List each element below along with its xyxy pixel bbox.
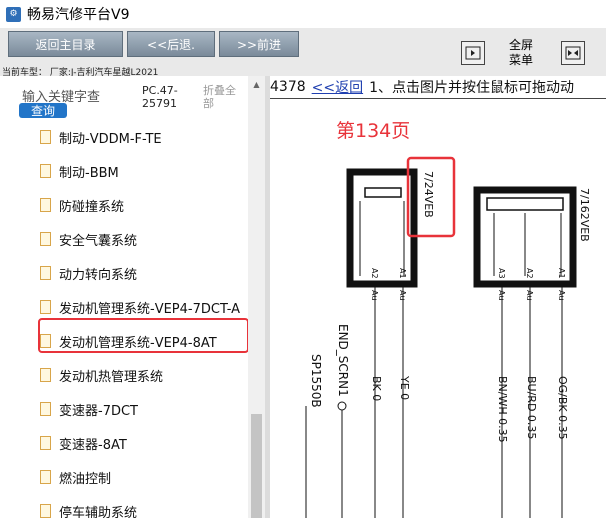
tree-item[interactable]: 防碰撞系统 xyxy=(40,188,240,222)
search-area: 输入关键字查 查询 PC.47-25791 折叠全部 xyxy=(0,76,265,120)
document-icon xyxy=(40,164,51,178)
wire-label: BN/WH 0.35 xyxy=(496,376,509,443)
pc-code-text: PC.47-25791 xyxy=(142,84,178,110)
back-button[interactable]: <<后退. xyxy=(127,31,215,57)
sidebar: 输入关键字查 查询 PC.47-25791 折叠全部 制动-VDDM-F-TE … xyxy=(0,76,265,518)
document-icon xyxy=(40,266,51,280)
pin-label: A2 xyxy=(525,268,534,279)
pin-label: A3 xyxy=(497,268,506,279)
fullscreen-icon[interactable] xyxy=(561,41,585,65)
tree-item-label: 燃油控制 xyxy=(59,471,112,487)
home-button[interactable]: 返回主目录 xyxy=(8,31,123,57)
wire-label: BK 0 xyxy=(370,376,383,401)
document-icon xyxy=(40,504,51,518)
forward-button[interactable]: >>前进 xyxy=(219,31,299,57)
diagram-viewer[interactable]: 4378 <<返回 1、点击图片并按住鼠标可拖动动 第134页 7/24VEB … xyxy=(270,76,606,518)
pin-type-label: Au xyxy=(525,290,534,301)
document-icon xyxy=(40,232,51,246)
tree-item-label: 制动-VDDM-F-TE xyxy=(59,131,162,147)
pin-label: A1 xyxy=(557,268,566,279)
wire-label: OG/BK 0.35 xyxy=(556,376,569,440)
document-icon xyxy=(40,470,51,484)
pin-label: A2 xyxy=(370,268,379,279)
tree-item-label: 发动机管理系统-VEP4-7DCT-A xyxy=(59,301,241,317)
wire-label: SP1550B xyxy=(309,354,323,408)
tree-item-label: 变速器-8AT xyxy=(59,437,127,453)
tree-item[interactable]: 制动-BBM xyxy=(40,154,240,188)
tree-item-label: 动力转向系统 xyxy=(59,267,138,283)
tree-item-label: 变速器-7DCT xyxy=(59,403,138,419)
window-title: 畅易汽修平台V9 xyxy=(27,7,130,23)
connector-left-label: 7/24VEB xyxy=(422,171,435,218)
tree-item[interactable]: 动力转向系统 xyxy=(40,256,240,290)
pin-type-label: Au xyxy=(497,290,506,301)
document-icon xyxy=(40,402,51,416)
wire-label: YE 0 xyxy=(398,375,411,400)
document-icon xyxy=(40,368,51,382)
tree-item-label: 发动机热管理系统 xyxy=(59,369,164,385)
document-icon xyxy=(40,436,51,450)
wire-label: END_SCRN1 xyxy=(336,324,350,397)
pin-type-label: Au xyxy=(370,290,379,301)
fullscreen-line-1: 全屏 xyxy=(508,38,533,52)
tree-item[interactable]: 停车辅助系统 xyxy=(40,494,240,518)
tree-item[interactable]: 变速器-7DCT xyxy=(40,392,240,426)
pin-type-label: Au xyxy=(557,290,566,301)
scroll-up-icon[interactable]: ▲ xyxy=(248,76,265,93)
scroll-thumb[interactable] xyxy=(251,414,262,518)
document-icon xyxy=(40,198,51,212)
tree-item[interactable]: 燃油控制 xyxy=(40,460,240,494)
tree-item-label: 停车辅助系统 xyxy=(59,505,138,518)
tree-item[interactable]: 变速器-8AT xyxy=(40,426,240,460)
query-button[interactable]: 查询 xyxy=(19,103,67,118)
tree-item[interactable]: 发动机热管理系统 xyxy=(40,358,240,392)
tree-item[interactable]: 制动-VDDM-F-TE xyxy=(40,120,240,154)
sidebar-scrollbar[interactable]: ▲ xyxy=(248,76,265,518)
selection-highlight xyxy=(38,318,249,353)
toggle-sidebar-icon[interactable] xyxy=(461,41,485,65)
wire-label: BU/RD 0.35 xyxy=(525,376,538,439)
tree-item-label: 安全气囊系统 xyxy=(59,233,138,249)
toolbar: 返回主目录 <<后退. >>前进 当前车型： 厂家:J-吉利汽车星越L2021 … xyxy=(0,28,606,78)
fold-all-button[interactable]: 折叠全部 xyxy=(203,84,243,110)
pin-type-label: Au xyxy=(398,290,407,301)
tree-item-label: 防碰撞系统 xyxy=(59,199,125,215)
fullscreen-line-2: 菜单 xyxy=(508,53,533,67)
tree-item-label: 制动-BBM xyxy=(59,165,119,181)
document-icon xyxy=(40,300,51,314)
pin-label: A1 xyxy=(398,268,407,279)
tree-item[interactable]: 安全气囊系统 xyxy=(40,222,240,256)
connector-right-label: 7/162VEB xyxy=(578,188,591,242)
wiring-diagram: 7/24VEB 7/162VEB A2 A1 A3 A2 A1 Au Au Au… xyxy=(305,156,591,518)
title-bar: ⚙ 畅易汽修平台V9 xyxy=(0,0,606,28)
fullscreen-menu-label[interactable]: 全屏 菜单 xyxy=(505,38,537,68)
app-logo-icon: ⚙ xyxy=(6,6,21,22)
document-icon xyxy=(40,130,51,144)
